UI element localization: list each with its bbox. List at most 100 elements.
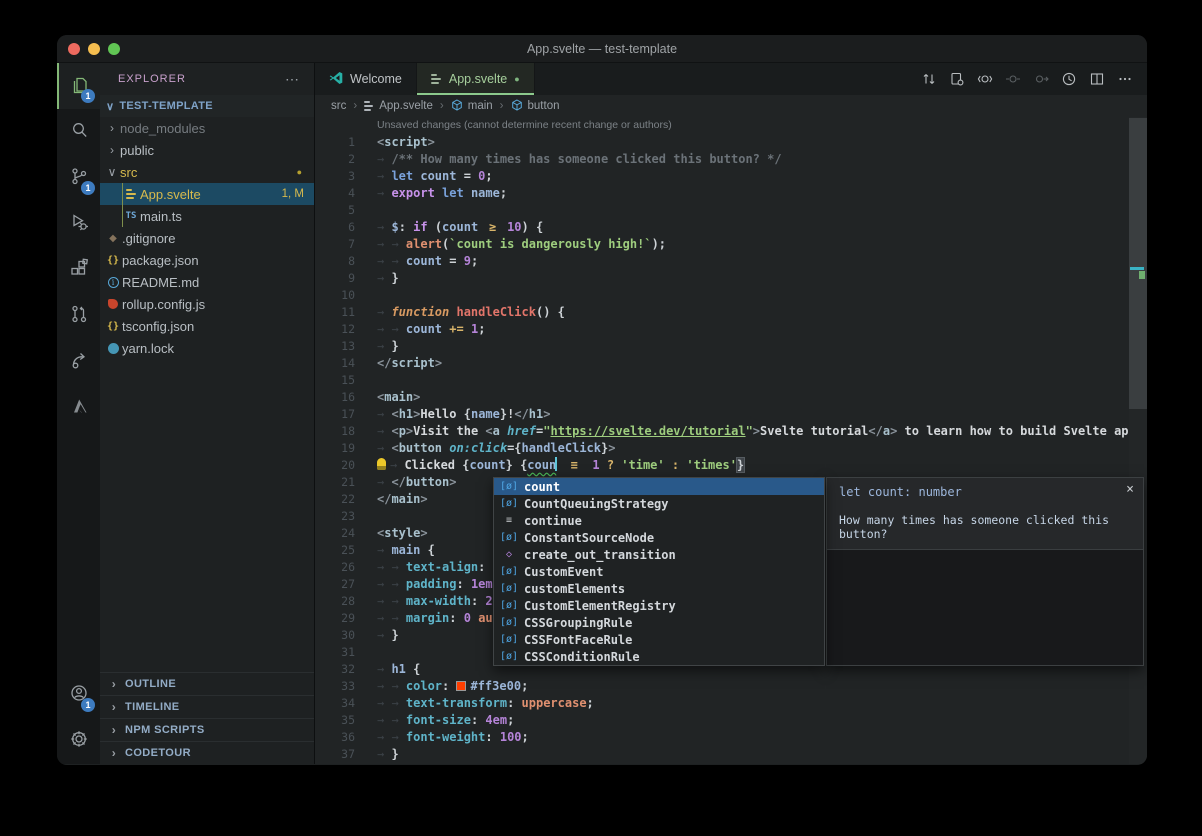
code-line[interactable]: 4→ export let name;	[315, 185, 1147, 202]
accounts-button[interactable]: 1	[57, 672, 100, 718]
breadcrumb-src[interactable]: src	[331, 100, 346, 112]
suggest-item-create_out_transition[interactable]: ◇create_out_transition	[494, 546, 824, 563]
settings-button[interactable]	[57, 718, 100, 764]
chevron-right-icon: ›	[104, 121, 120, 135]
code-line[interactable]: 20→ Clicked {count} {coun ≡ 1 ? 'time' :…	[315, 457, 1147, 474]
code-line[interactable]: 15	[315, 372, 1147, 389]
suggest-item-cssfontfacerule[interactable]: [ø]CSSFontFaceRule	[494, 631, 824, 648]
tree-item-public[interactable]: ›public	[100, 139, 314, 161]
code-line[interactable]: 33→ → color: #ff3e00;	[315, 678, 1147, 695]
color-swatch[interactable]	[456, 681, 466, 691]
sidebar-item-azure[interactable]	[57, 385, 100, 431]
navigate-changes-icon[interactable]	[971, 65, 999, 93]
code-token: >	[449, 475, 456, 489]
tab-welcome[interactable]: Welcome	[315, 63, 417, 95]
more-actions-icon[interactable]	[1111, 65, 1139, 93]
tree-item-app-svelte[interactable]: App.svelte1, M	[100, 183, 314, 205]
code-line[interactable]: 11→ function handleClick() {	[315, 304, 1147, 321]
next-change-icon[interactable]	[1027, 65, 1055, 93]
editor-scrollbar[interactable]	[1129, 117, 1147, 764]
code-line[interactable]: 6→ $: if (count ≥ 10) {	[315, 219, 1147, 236]
sidebar-item-github-pull-requests[interactable]	[57, 293, 100, 339]
suggest-item-countqueuingstrategy[interactable]: [ø]CountQueuingStrategy	[494, 495, 824, 512]
suggest-item-cssconditionrule[interactable]: [ø]CSSConditionRule	[494, 648, 824, 665]
suggest-item-count[interactable]: [ø]count	[494, 478, 824, 495]
file-history-icon[interactable]	[1055, 65, 1083, 93]
code-token: → →	[377, 254, 406, 268]
section-outline[interactable]: ›OUTLINE	[100, 672, 314, 695]
json-file-icon: {}	[104, 255, 122, 266]
dirty-indicator-icon[interactable]: ●	[514, 74, 519, 84]
breadcrumb-button[interactable]: button	[511, 99, 560, 114]
sidebar-item-live-share[interactable]	[57, 339, 100, 385]
code-line[interactable]: 16<main>	[315, 389, 1147, 406]
code-line[interactable]: 34→ → text-transform: uppercase;	[315, 695, 1147, 712]
breadcrumb-app-svelte[interactable]: App.svelte	[364, 100, 433, 112]
code-line[interactable]: 14</script>	[315, 355, 1147, 372]
code-line[interactable]: 10	[315, 287, 1147, 304]
tree-item--gitignore[interactable]: ◆.gitignore	[100, 227, 314, 249]
minimize-window-button[interactable]	[88, 43, 100, 55]
file-label: public	[120, 143, 314, 158]
previous-change-icon[interactable]	[999, 65, 1027, 93]
suggest-item-customelements[interactable]: [ø]customElements	[494, 580, 824, 597]
rollup-file-icon	[104, 299, 122, 309]
code-line[interactable]: 37→ }	[315, 746, 1147, 763]
close-window-button[interactable]	[68, 43, 80, 55]
chevron-right-icon: ›	[108, 723, 120, 737]
code-line[interactable]: 12→ → count += 1;	[315, 321, 1147, 338]
suggest-item-customelementregistry[interactable]: [ø]CustomElementRegistry	[494, 597, 824, 614]
code-line[interactable]: 17→ <h1>Hello {name}!</h1>	[315, 406, 1147, 423]
scrollbar-thumb[interactable]	[1129, 118, 1147, 409]
tree-item-src[interactable]: ∨src●	[100, 161, 314, 183]
project-root-row[interactable]: ∨ TEST-TEMPLATE	[100, 95, 314, 117]
chevron-right-icon: ›	[108, 746, 120, 760]
open-changes-icon[interactable]	[943, 65, 971, 93]
code-line[interactable]: 8→ → count = 9;	[315, 253, 1147, 270]
sidebar-more-actions-icon[interactable]: ⋯	[285, 71, 300, 88]
sidebar-item-explorer[interactable]: 1	[57, 63, 100, 109]
code-editor[interactable]: Unsaved changes (cannot determine recent…	[315, 117, 1147, 764]
code-line[interactable]: 2→ /** How many times has someone clicke…	[315, 151, 1147, 168]
code-line[interactable]: 1<script>	[315, 134, 1147, 151]
suggest-item-customevent[interactable]: [ø]CustomEvent	[494, 563, 824, 580]
code-line[interactable]: 7→ → alert(`count is dangerously high!`)…	[315, 236, 1147, 253]
file-label: yarn.lock	[122, 341, 314, 356]
tab-app-svelte[interactable]: App.svelte ●	[417, 63, 535, 95]
suggest-item-constantsourcenode[interactable]: [ø]ConstantSourceNode	[494, 529, 824, 546]
section-npm-scripts[interactable]: ›NPM SCRIPTS	[100, 718, 314, 741]
tree-item-tsconfig-json[interactable]: {}tsconfig.json	[100, 315, 314, 337]
code-line-content: → export let name;	[355, 185, 507, 202]
tree-item-main-ts[interactable]: TSmain.ts	[100, 205, 314, 227]
code-line[interactable]: 13→ }	[315, 338, 1147, 355]
tree-item-rollup-config-js[interactable]: rollup.config.js	[100, 293, 314, 315]
code-line[interactable]: 36→ → font-weight: 100;	[315, 729, 1147, 746]
code-line[interactable]: 35→ → font-size: 4em;	[315, 712, 1147, 729]
tree-item-node-modules[interactable]: ›node_modules	[100, 117, 314, 139]
quick-fix-lightbulb-icon[interactable]	[377, 458, 386, 470]
codelens-annotation[interactable]: Unsaved changes (cannot determine recent…	[315, 117, 1147, 134]
code-line[interactable]: 3→ let count = 0;	[315, 168, 1147, 185]
code-line[interactable]: 9→ }	[315, 270, 1147, 287]
code-lines[interactable]: 1<script>2→ /** How many times has someo…	[315, 134, 1147, 763]
zoom-window-button[interactable]	[108, 43, 120, 55]
split-editor-icon[interactable]	[1083, 65, 1111, 93]
suggest-item-cssgroupingrule[interactable]: [ø]CSSGroupingRule	[494, 614, 824, 631]
sidebar-item-source-control[interactable]: 1	[57, 155, 100, 201]
suggest-item-continue[interactable]: ≡continue	[494, 512, 824, 529]
code-line[interactable]: 18→ <p>Visit the <a href="https://svelte…	[315, 423, 1147, 440]
section-timeline[interactable]: ›TIMELINE	[100, 695, 314, 718]
code-line[interactable]: 19→ <button on:click={handleClick}>	[315, 440, 1147, 457]
tree-item-readme-md[interactable]: iREADME.md	[100, 271, 314, 293]
breadcrumb-main[interactable]: main	[451, 99, 493, 114]
close-icon[interactable]: ×	[1126, 482, 1134, 497]
pull-request-icon	[68, 303, 90, 330]
section-codetour[interactable]: ›CODETOUR	[100, 741, 314, 764]
tree-item-package-json[interactable]: {}package.json	[100, 249, 314, 271]
sidebar-item-run-debug[interactable]	[57, 201, 100, 247]
tree-item-yarn-lock[interactable]: yarn.lock	[100, 337, 314, 359]
code-line[interactable]: 5	[315, 202, 1147, 219]
sidebar-item-search[interactable]	[57, 109, 100, 155]
git-compare-icon[interactable]	[915, 65, 943, 93]
sidebar-item-extensions[interactable]	[57, 247, 100, 293]
